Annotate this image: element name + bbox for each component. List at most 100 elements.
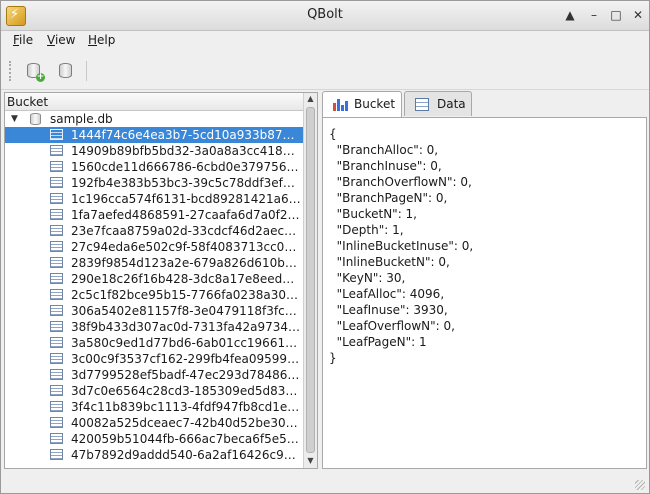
toolbar-grip[interactable] <box>9 61 14 81</box>
tree-bucket-item[interactable]: 3c00c9f3537cf162-299fb4fea095995b-3... <box>5 351 303 367</box>
tree-bucket-item[interactable]: 40082a525dceaec7-42b40d52be3078ce... <box>5 415 303 431</box>
collapse-arrow-icon[interactable]: ▼ <box>11 111 18 127</box>
tree-column-header[interactable]: Bucket <box>5 93 303 111</box>
json-line: "Depth": 1, <box>329 223 404 237</box>
json-line: "LeafInuse": 3930, <box>329 303 448 317</box>
bucket-name: 1444f74c6e4ea3b7-5cd10a933b87007d... <box>71 128 301 142</box>
toolbar: + <box>1 53 649 90</box>
resize-grip[interactable] <box>635 480 645 490</box>
tree-bucket-item[interactable]: 192fb4e383b53bc3-39c5c78ddf3ef524-... <box>5 175 303 191</box>
tab-bucket[interactable]: Bucket <box>322 91 402 118</box>
bucket-name: 1560cde11d666786-6cbd0e37975657d... <box>71 160 301 174</box>
bucket-table-icon <box>50 161 63 172</box>
bucket-name: 3a580c9ed1d77bd6-6ab01cc19661df8f-... <box>71 336 301 350</box>
tree-bucket-item[interactable]: 2c5c1f82bce95b15-7766fa0238a30900-... <box>5 287 303 303</box>
bucket-name: 306a5402e81157f8-3e0479118f3fccb5-... <box>71 304 301 318</box>
tree-bucket-item[interactable]: 306a5402e81157f8-3e0479118f3fccb5-... <box>5 303 303 319</box>
bucket-name: 23e7fcaa8759a02d-33cdcf46d2aecc28-... <box>71 224 301 238</box>
scroll-down-icon[interactable]: ▼ <box>304 455 317 467</box>
tree-bucket-item[interactable]: 1560cde11d666786-6cbd0e37975657d... <box>5 159 303 175</box>
menu-help[interactable]: Help <box>88 33 115 47</box>
json-line: "LeafPageN": 1 <box>329 335 427 349</box>
json-line: "BranchAlloc": 0, <box>329 143 439 157</box>
bucket-table-icon <box>50 305 63 316</box>
bucket-name: 290e18c26f16b428-3dc8a17e8eed4d72-... <box>71 272 301 286</box>
bucket-name: 420059b51044fb-666ac7beca6f5e5c-26... <box>71 432 301 446</box>
menu-view[interactable]: View <box>47 33 75 47</box>
tree-bucket-item[interactable]: 23e7fcaa8759a02d-33cdcf46d2aecc28-... <box>5 223 303 239</box>
json-line: "InlineBucketInuse": 0, <box>329 239 474 253</box>
tree-bucket-item[interactable]: 3d7799528ef5badf-47ec293d78486f9e-... <box>5 367 303 383</box>
bucket-tree[interactable]: Bucket ▼ sample.db 1444f74c6e4ea3b7-5cd10a… <box>4 92 318 469</box>
json-line: "BranchPageN": 0, <box>329 191 448 205</box>
tree-bucket-item[interactable]: 1444f74c6e4ea3b7-5cd10a933b87007d... <box>5 127 303 143</box>
json-line: "KeyN": 30, <box>329 271 406 285</box>
json-line: "LeafAlloc": 4096, <box>329 287 445 301</box>
bucket-table-icon <box>50 257 63 268</box>
bucket-name: 47b7892d9addd540-6a2af16426c9a35f... <box>71 448 301 462</box>
bar-chart-icon <box>333 98 348 111</box>
bucket-table-icon <box>50 177 63 188</box>
keep-above-icon[interactable]: ▲ <box>561 7 579 23</box>
bucket-table-icon <box>50 225 63 236</box>
tree-bucket-item[interactable]: 1fa7aefed4868591-27caafa6d7a0f2e0-3... <box>5 207 303 223</box>
bucket-table-icon <box>50 193 63 204</box>
database-icon <box>30 113 41 125</box>
menu-bar: File View Help <box>1 31 649 51</box>
tree-bucket-item[interactable]: 38f9b433d307ac0d-7313fa42a9734924... <box>5 319 303 335</box>
window-title: QBolt <box>307 7 343 22</box>
json-line: "BranchOverflowN": 0, <box>329 175 472 189</box>
tree-bucket-item[interactable]: 2839f9854d123a2e-679a826d610b241... <box>5 255 303 271</box>
bucket-name: 3f4c11b839bc1113-4fdf947fb8cd1ed1-1... <box>71 400 301 414</box>
status-bar <box>1 471 649 493</box>
bucket-table-icon <box>50 273 63 284</box>
bucket-table-icon <box>50 369 63 380</box>
bucket-table-icon <box>50 385 63 396</box>
tab-data-label: Data <box>437 97 466 111</box>
bucket-name: 40082a525dceaec7-42b40d52be3078ce... <box>71 416 301 430</box>
minimize-icon[interactable]: – <box>585 7 603 23</box>
scroll-up-icon[interactable]: ▲ <box>304 93 317 105</box>
tree-bucket-item[interactable]: 3a580c9ed1d77bd6-6ab01cc19661df8f-... <box>5 335 303 351</box>
plus-icon: + <box>36 72 45 82</box>
database-name: sample.db <box>50 112 113 126</box>
bucket-table-icon <box>50 209 63 220</box>
bucket-json-text: { "BranchAlloc": 0, "BranchInuse": 0, "B… <box>329 126 473 366</box>
tree-bucket-item[interactable]: 47b7892d9addd540-6a2af16426c9a35f... <box>5 447 303 463</box>
tree-bucket-item[interactable]: 3f4c11b839bc1113-4fdf947fb8cd1ed1-1... <box>5 399 303 415</box>
tree-bucket-item[interactable]: 420059b51044fb-666ac7beca6f5e5c-26... <box>5 431 303 447</box>
maximize-icon[interactable]: □ <box>607 7 625 23</box>
bucket-table-icon <box>50 401 63 412</box>
vertical-scrollbar[interactable]: ▲ ▼ <box>303 93 317 468</box>
tree-bucket-item[interactable]: 290e18c26f16b428-3dc8a17e8eed4d72-... <box>5 271 303 287</box>
bucket-table-icon <box>50 433 63 444</box>
bucket-name: 27c94eda6e502c9f-58f4083713cc0cd3-... <box>71 240 301 254</box>
bucket-name: 2839f9854d123a2e-679a826d610b241... <box>71 256 301 270</box>
json-line: "LeafOverflowN": 0, <box>329 319 455 333</box>
new-database-button[interactable]: + <box>23 60 45 82</box>
tree-bucket-item[interactable]: 1c196cca574f6131-bcd89281421a6a4-... <box>5 191 303 207</box>
bucket-stats-panel[interactable]: { "BranchAlloc": 0, "BranchInuse": 0, "B… <box>322 117 647 469</box>
tab-bucket-label: Bucket <box>354 97 396 111</box>
bucket-table-icon <box>50 417 63 428</box>
bucket-table-icon <box>50 449 63 460</box>
json-line: "BucketN": 1, <box>329 207 417 221</box>
tab-data[interactable]: Data <box>404 91 472 116</box>
tree-bucket-item[interactable]: 3d7c0e6564c28cd3-185309ed5d8316a... <box>5 383 303 399</box>
tree-rows: ▼ sample.db 1444f74c6e4ea3b7-5cd10a933b870… <box>5 111 303 468</box>
tree-bucket-item[interactable]: 27c94eda6e502c9f-58f4083713cc0cd3-... <box>5 239 303 255</box>
close-icon[interactable]: ✕ <box>629 7 647 23</box>
table-icon <box>415 98 429 111</box>
bucket-name: 192fb4e383b53bc3-39c5c78ddf3ef524-... <box>71 176 301 190</box>
scrollbar-thumb[interactable] <box>306 107 315 453</box>
menu-file[interactable]: File <box>13 33 33 47</box>
json-line: } <box>329 351 337 365</box>
open-database-button[interactable] <box>55 60 77 82</box>
tree-database-node[interactable]: ▼ sample.db <box>5 111 303 127</box>
tree-bucket-item[interactable]: 14909b89bfb5bd32-3a0a8a3cc418380c... <box>5 143 303 159</box>
toolbar-separator <box>86 61 87 81</box>
database-icon <box>59 63 72 78</box>
bucket-table-icon <box>50 353 63 364</box>
bucket-table-icon <box>50 289 63 300</box>
title-bar: QBolt ▲ – □ ✕ <box>1 1 649 31</box>
